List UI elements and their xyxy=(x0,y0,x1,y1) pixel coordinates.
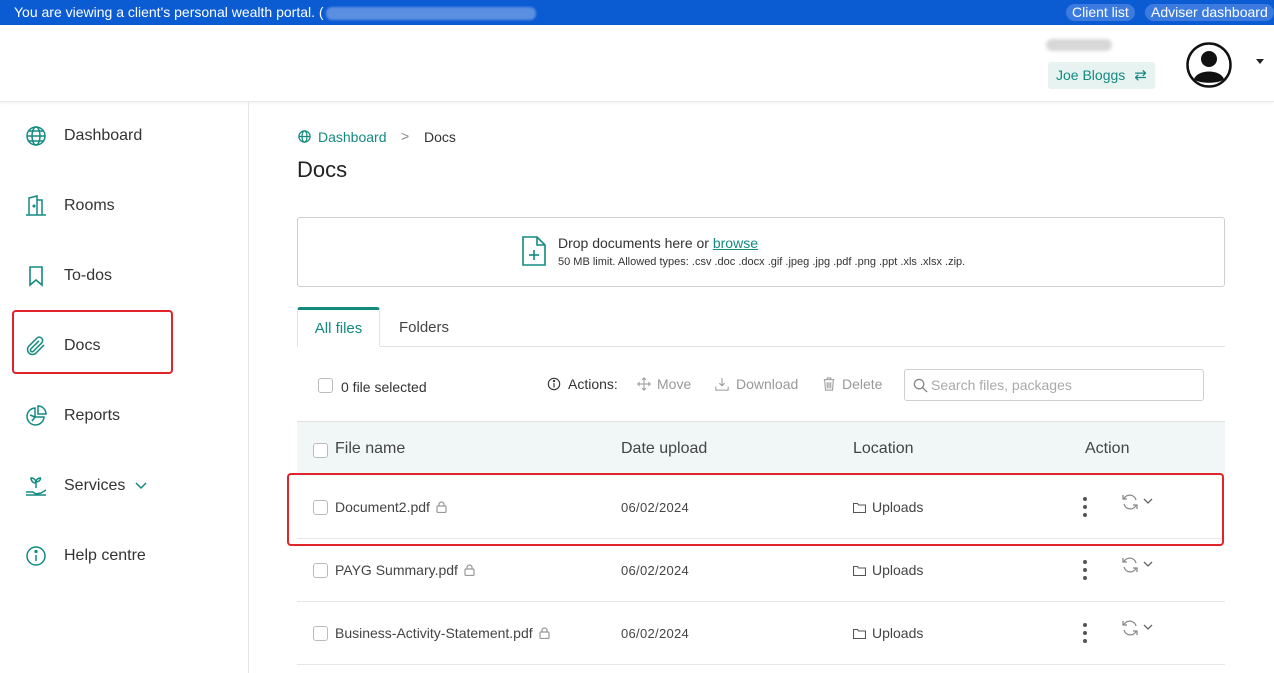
chevron-down-icon[interactable] xyxy=(1143,560,1153,568)
location-text: Uploads xyxy=(872,625,924,641)
sidebar-item-todos[interactable]: To-dos xyxy=(0,256,249,296)
actions-label-text: Actions: xyxy=(568,376,618,392)
column-date-upload[interactable]: Date upload xyxy=(621,440,707,458)
redacted-account-name xyxy=(1046,39,1112,51)
info-icon xyxy=(547,377,561,391)
download-button[interactable]: Download xyxy=(715,376,798,392)
table-row[interactable]: PAYG Summary.pdf 06/02/2024 Uploads xyxy=(297,539,1225,602)
file-name[interactable]: PAYG Summary.pdf xyxy=(335,562,475,578)
sidebar-item-reports[interactable]: Reports xyxy=(0,396,249,436)
breadcrumb-separator: > xyxy=(401,128,410,144)
header-checkbox[interactable] xyxy=(313,443,328,458)
column-location[interactable]: Location xyxy=(853,440,914,458)
app-header: Joe Bloggs ⇄ xyxy=(0,25,1274,102)
sidebar-item-help-centre[interactable]: Help centre xyxy=(0,536,249,576)
search-input[interactable] xyxy=(931,376,1191,394)
tab-folders[interactable]: Folders xyxy=(399,307,449,347)
sidebar-item-label: Rooms xyxy=(64,197,115,214)
plant-hand-icon xyxy=(26,477,47,496)
more-options-icon[interactable] xyxy=(1082,559,1088,581)
row-checkbox[interactable] xyxy=(313,626,328,641)
impersonation-banner: You are viewing a client's personal weal… xyxy=(0,0,1274,25)
dropzone-limits: 50 MB limit. Allowed types: .csv .doc .d… xyxy=(558,256,966,268)
table-header: File name Date upload Location Action xyxy=(297,421,1225,476)
sidebar-item-label: Services xyxy=(64,477,126,494)
delete-label: Delete xyxy=(842,376,883,392)
pie-chart-icon xyxy=(26,405,47,426)
row-checkbox[interactable] xyxy=(313,563,328,578)
chevron-down-icon[interactable] xyxy=(134,478,148,492)
avatar-icon[interactable] xyxy=(1186,42,1232,88)
location[interactable]: Uploads xyxy=(852,625,924,641)
move-button[interactable]: Move xyxy=(637,376,691,392)
actions-label: Actions: xyxy=(547,376,618,392)
breadcrumb-current: Docs xyxy=(424,129,456,145)
bookmark-icon xyxy=(29,266,43,287)
document-row-highlight xyxy=(287,473,1224,546)
adviser-dashboard-link[interactable]: Adviser dashboard xyxy=(1145,4,1274,21)
sync-icon[interactable] xyxy=(1120,618,1140,638)
download-icon xyxy=(715,377,729,391)
lock-icon xyxy=(464,564,475,576)
breadcrumb-dashboard-link[interactable]: Dashboard xyxy=(318,129,387,145)
search-box[interactable] xyxy=(904,369,1204,401)
trash-icon xyxy=(823,377,835,391)
building-icon xyxy=(26,195,46,216)
file-tabs: All files Folders xyxy=(297,307,1225,347)
swap-icon: ⇄ xyxy=(1134,67,1147,84)
sidebar-item-dashboard[interactable]: Dashboard xyxy=(0,116,249,156)
file-toolbar: 0 file selected Actions: Move Download D… xyxy=(297,367,1225,403)
search-icon xyxy=(913,378,928,393)
file-name-text: Business-Activity-Statement.pdf xyxy=(335,625,533,641)
lock-icon xyxy=(539,627,550,639)
file-add-icon xyxy=(522,236,546,266)
location-text: Uploads xyxy=(872,562,924,578)
browse-link[interactable]: browse xyxy=(713,235,758,251)
upload-date: 06/02/2024 xyxy=(621,563,690,578)
chevron-down-icon[interactable] xyxy=(1143,623,1153,631)
globe-icon xyxy=(26,126,46,146)
account-menu-caret-icon[interactable] xyxy=(1256,59,1264,64)
sidebar-item-label: Help centre xyxy=(64,547,146,564)
sidebar-item-services[interactable]: Services xyxy=(0,466,249,506)
move-icon xyxy=(637,377,651,391)
user-name: Joe Bloggs xyxy=(1056,67,1126,83)
delete-button[interactable]: Delete xyxy=(822,376,882,392)
sidebar-item-label: Dashboard xyxy=(64,127,143,144)
move-label: Move xyxy=(657,376,692,392)
file-name-text: PAYG Summary.pdf xyxy=(335,562,458,578)
download-label: Download xyxy=(736,376,799,392)
location[interactable]: Uploads xyxy=(852,562,924,578)
redacted-email xyxy=(325,6,536,20)
column-action: Action xyxy=(1085,440,1130,457)
sidebar-item-rooms[interactable]: Rooms xyxy=(0,186,249,226)
page-title: Docs xyxy=(297,157,348,182)
docs-highlight xyxy=(12,310,173,374)
globe-icon xyxy=(298,130,311,143)
dropzone-text: Drop documents here or xyxy=(558,235,713,251)
folder-icon xyxy=(852,565,867,577)
sidebar-item-label: Reports xyxy=(64,407,121,424)
switch-user-button[interactable]: Joe Bloggs ⇄ xyxy=(1048,62,1155,89)
sidebar-item-label: To-dos xyxy=(64,267,113,284)
upload-dropzone[interactable]: Drop documents here or browse 50 MB limi… xyxy=(297,217,1225,287)
more-options-icon[interactable] xyxy=(1082,622,1088,644)
column-file-name[interactable]: File name xyxy=(335,440,405,458)
banner-message: You are viewing a client's personal weal… xyxy=(14,4,324,20)
tab-all-files[interactable]: All files xyxy=(297,307,380,347)
info-icon xyxy=(26,546,46,566)
folder-icon xyxy=(852,628,867,640)
upload-date: 06/02/2024 xyxy=(621,626,690,641)
file-name[interactable]: Business-Activity-Statement.pdf xyxy=(335,625,550,641)
select-all-checkbox[interactable] xyxy=(318,378,333,393)
selection-count: 0 file selected xyxy=(341,379,427,395)
table-row[interactable]: Business-Activity-Statement.pdf 06/02/20… xyxy=(297,602,1225,665)
sidebar: Dashboard Rooms To-dos Docs Reports Serv… xyxy=(0,102,249,673)
client-list-link[interactable]: Client list xyxy=(1066,4,1135,21)
sync-icon[interactable] xyxy=(1120,555,1140,575)
